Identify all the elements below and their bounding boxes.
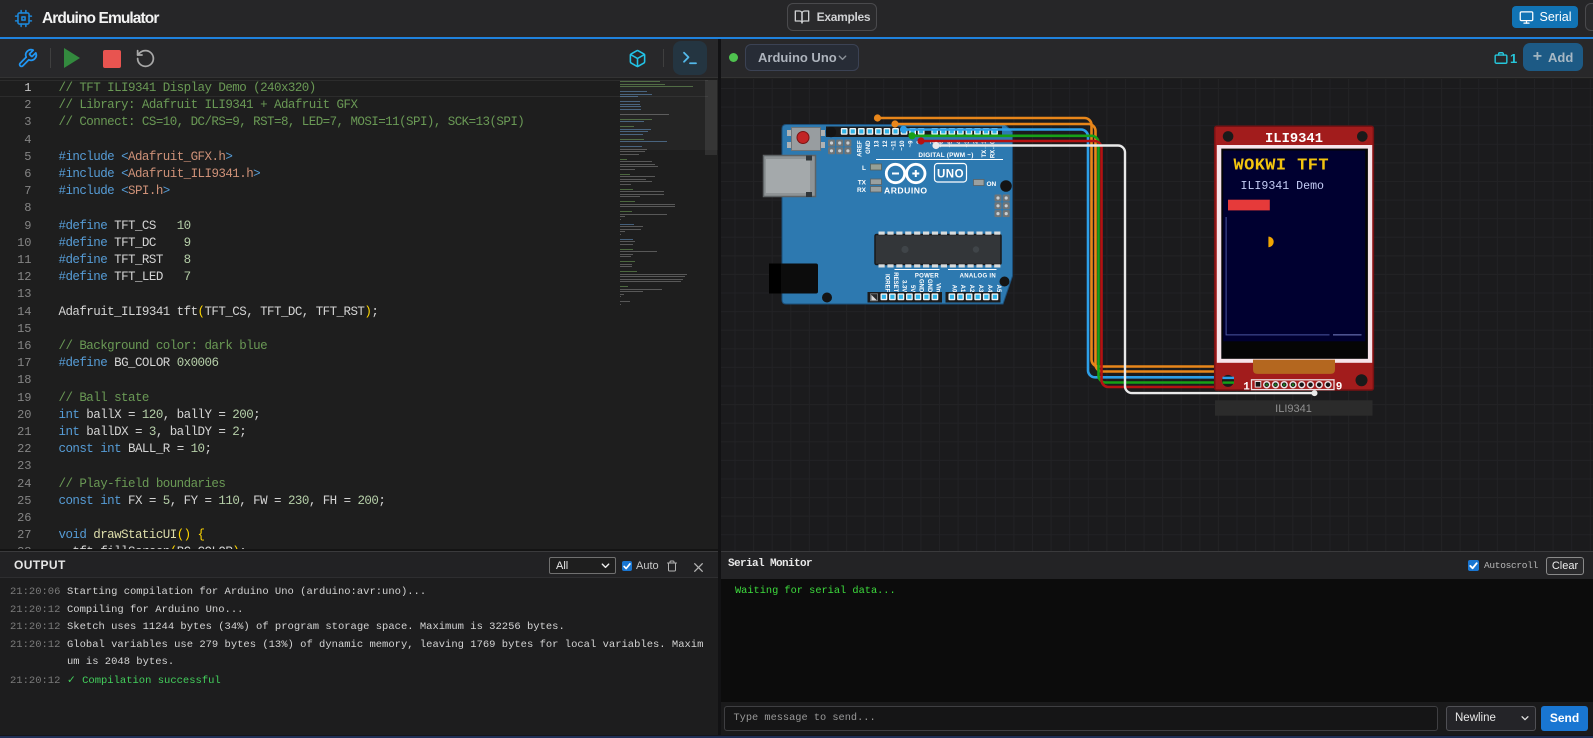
svg-text:A4: A4: [986, 285, 992, 293]
svg-text:ANALOG IN: ANALOG IN: [960, 274, 996, 280]
svg-text:Vin: Vin: [935, 283, 941, 293]
svg-text:9: 9: [1336, 381, 1343, 393]
svg-text:ILI9341: ILI9341: [1265, 132, 1323, 147]
svg-text:AREF: AREF: [857, 140, 863, 157]
svg-text:3.3V: 3.3V: [901, 280, 907, 292]
svg-text:A0: A0: [950, 285, 956, 293]
svg-text:L: L: [862, 165, 866, 172]
svg-text:RX: RX: [857, 187, 867, 194]
svg-text:ON: ON: [987, 181, 997, 188]
svg-text:A5: A5: [995, 285, 1001, 293]
svg-text:GND: GND: [866, 140, 872, 154]
svg-text:IOREF: IOREF: [884, 274, 890, 293]
svg-text:A1: A1: [959, 285, 965, 293]
svg-text:A3: A3: [977, 285, 983, 293]
svg-text:DIGITAL (PWM ~): DIGITAL (PWM ~): [918, 152, 973, 159]
svg-text:WOKWI TFT: WOKWI TFT: [1234, 156, 1329, 175]
svg-text:5V: 5V: [909, 285, 915, 292]
svg-text:GND: GND: [918, 279, 924, 293]
svg-text:RX←0: RX←0: [991, 140, 997, 158]
svg-text:12: 12: [883, 140, 889, 147]
svg-text:~10: ~10: [900, 140, 906, 151]
svg-text:TX: TX: [858, 180, 867, 187]
svg-text:ILI9341: ILI9341: [1275, 403, 1312, 415]
svg-text:~9: ~9: [909, 140, 915, 148]
svg-text:~11: ~11: [892, 140, 898, 151]
svg-text:RESET: RESET: [892, 272, 898, 292]
svg-text:TX→1: TX→1: [982, 140, 988, 158]
svg-text:1: 1: [1243, 381, 1250, 393]
svg-text:ARDUINO: ARDUINO: [884, 186, 928, 196]
svg-text:A2: A2: [968, 285, 974, 293]
svg-text:UNO: UNO: [937, 169, 964, 181]
svg-text:GND: GND: [926, 279, 932, 293]
svg-text:ILI9341 Demo: ILI9341 Demo: [1241, 180, 1325, 193]
svg-text:13: 13: [874, 140, 880, 147]
